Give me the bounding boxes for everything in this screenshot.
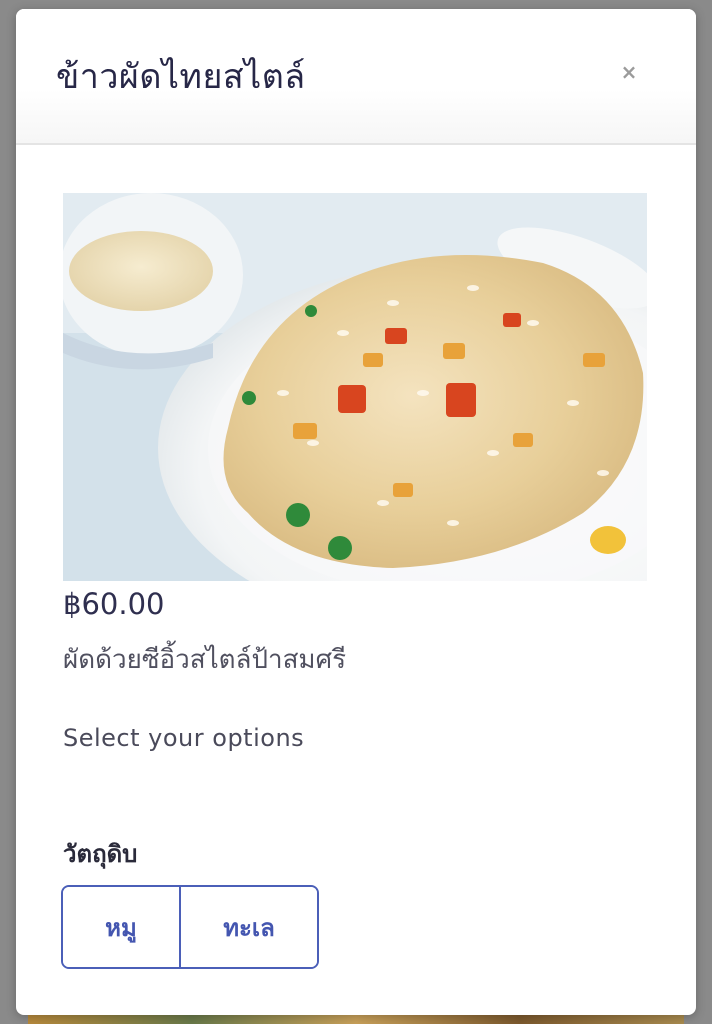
dish-image — [63, 193, 647, 581]
modal-title: ข้าวผัดไทยสไตล์ — [56, 57, 306, 97]
option-group-ingredient: หมู ทะเล — [61, 885, 319, 969]
option-group-label: วัตถุดิบ — [63, 840, 138, 868]
item-detail-modal: ข้าวผัดไทยสไตล์ × ฿60.00 ผัดด้วยซีอิ้วสไ… — [16, 9, 696, 1015]
item-description: ผัดด้วยซีอิ้วสไตล์ป้าสมศรี — [63, 645, 347, 675]
option-seafood-button[interactable]: ทะเล — [179, 887, 317, 967]
options-prompt: Select your options — [63, 724, 305, 752]
option-pork-button[interactable]: หมู — [63, 887, 179, 967]
close-icon: × — [620, 60, 638, 84]
item-price: ฿60.00 — [63, 587, 165, 621]
close-button[interactable]: × — [618, 60, 640, 84]
background-page-strip — [28, 1014, 684, 1024]
modal-header: ข้าวผัดไทยสไตล์ × — [16, 9, 696, 145]
